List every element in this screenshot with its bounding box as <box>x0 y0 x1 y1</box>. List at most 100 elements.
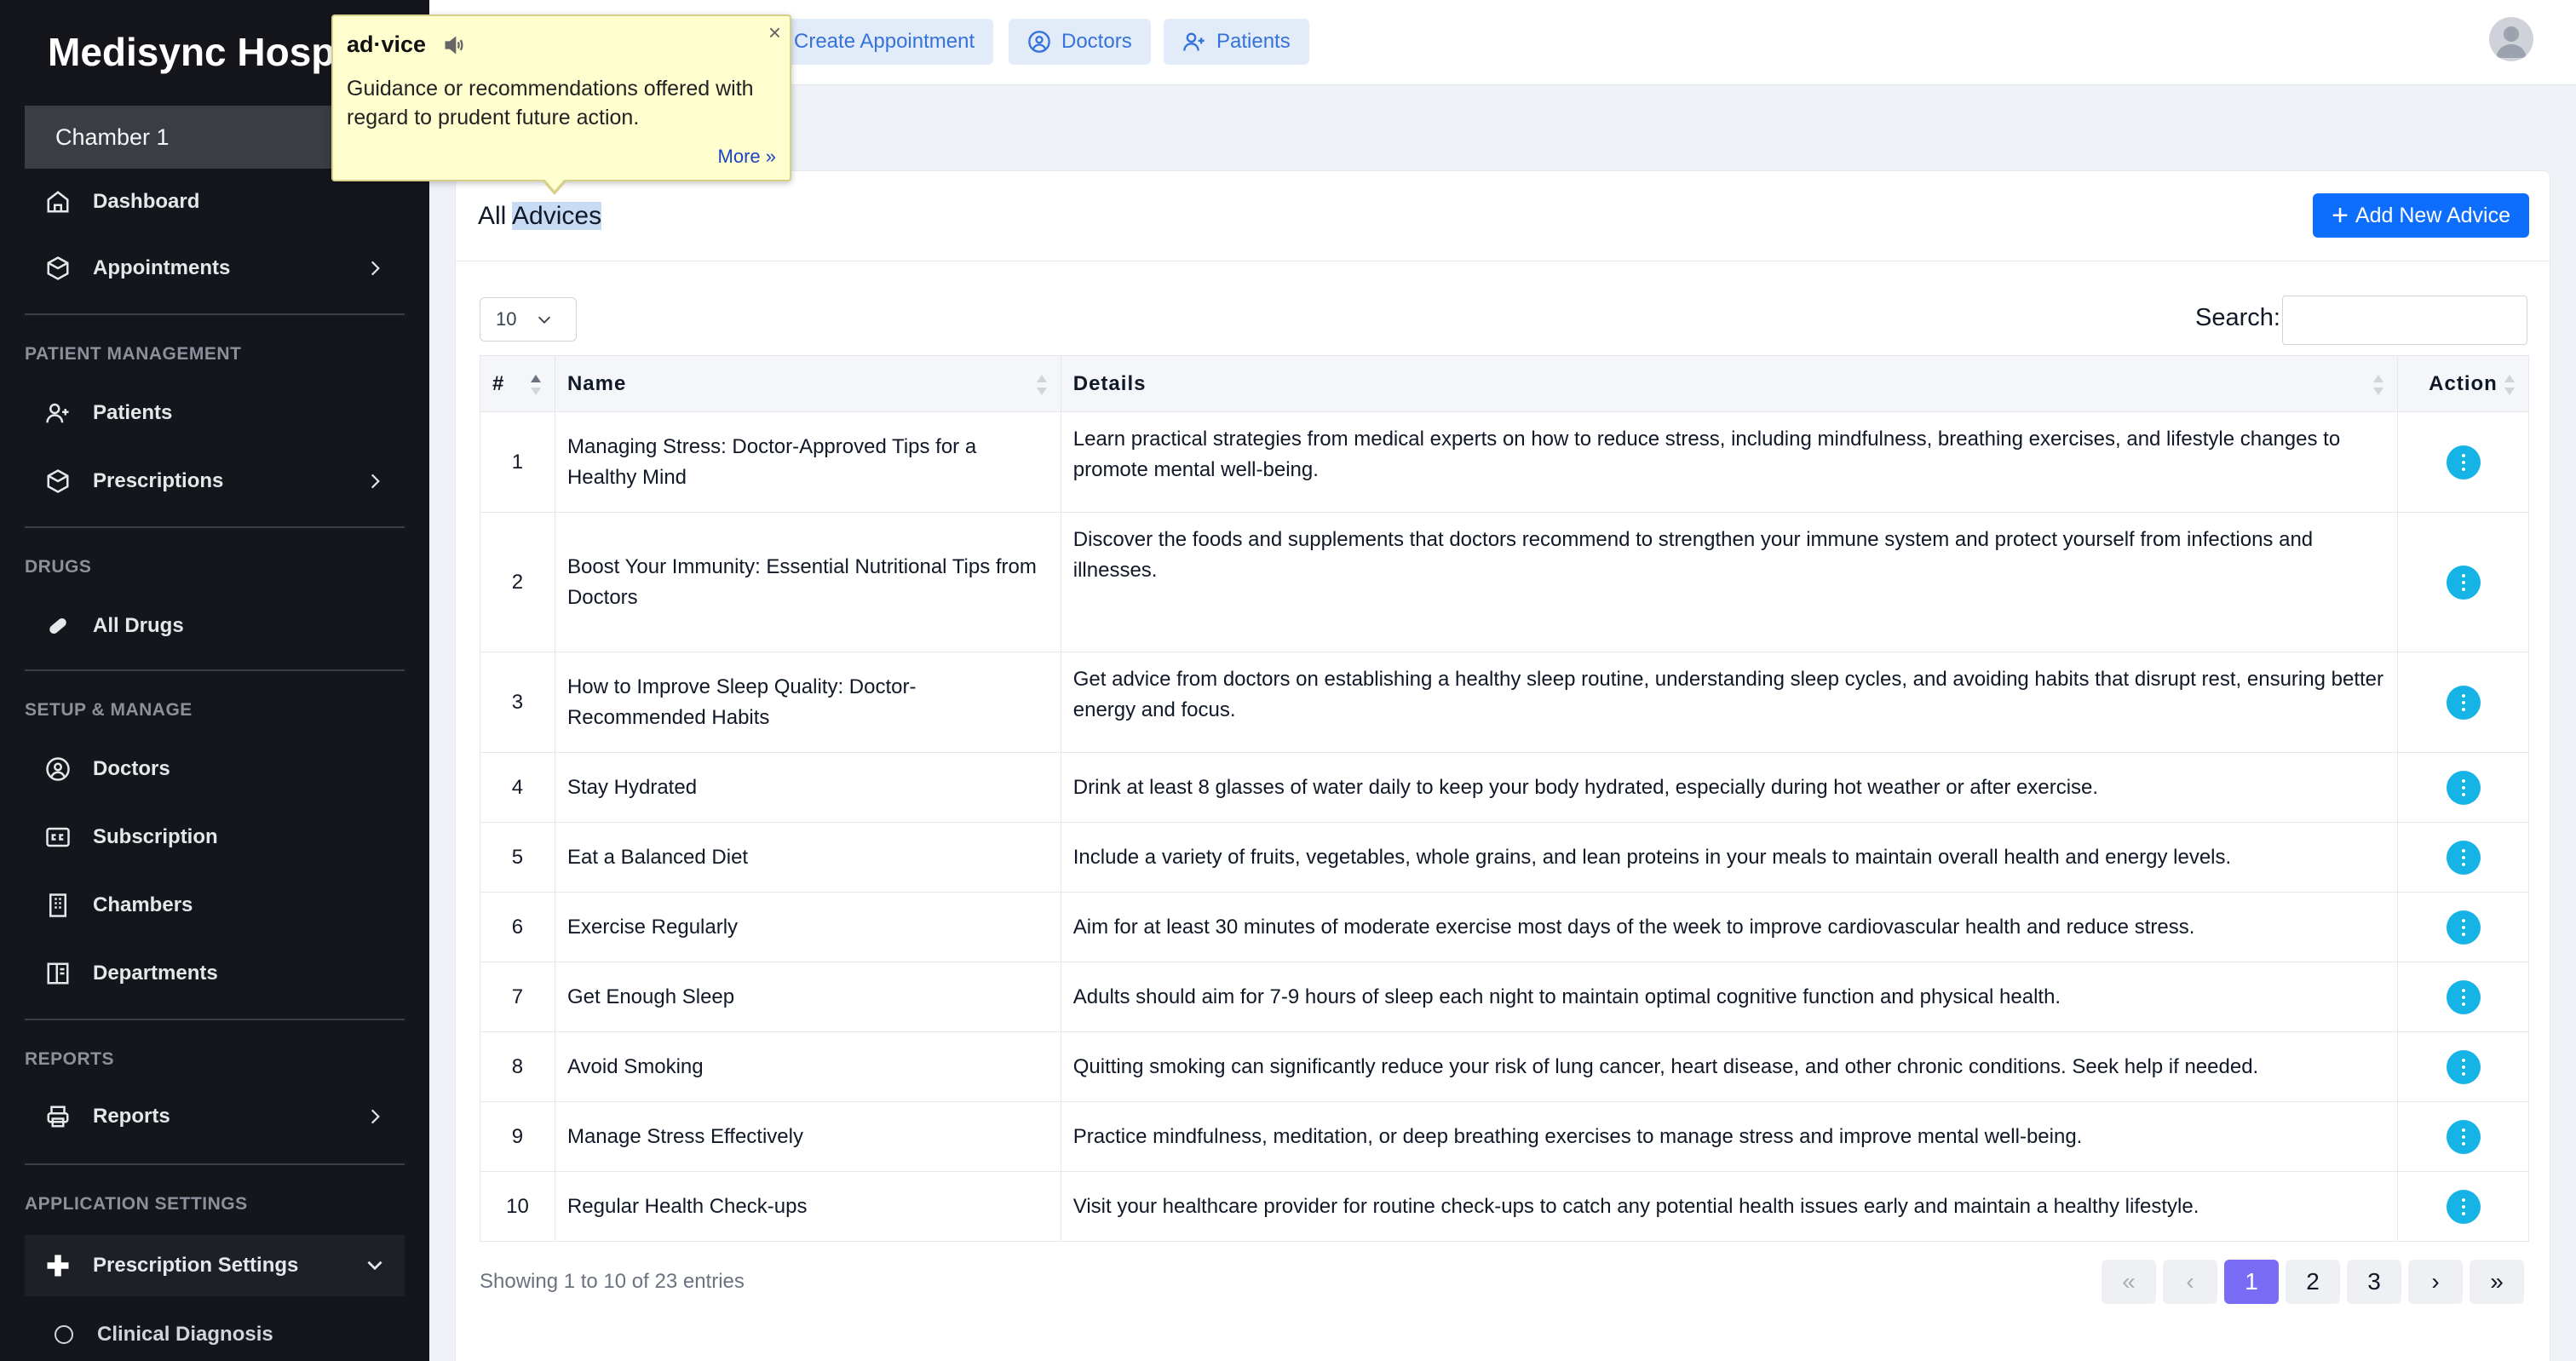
more-vertical-icon[interactable] <box>2446 1119 2481 1154</box>
table-row: 9 Manage Stress Effectively Practice mindf… <box>480 1101 2529 1172</box>
pill-icon <box>43 612 72 640</box>
columns-icon <box>43 959 72 988</box>
page-1-button[interactable]: 1 <box>2224 1260 2279 1304</box>
table-row: 6 Exercise Regularly Aim for at least 30 m… <box>480 892 2529 962</box>
row-details: Drink at least 8 glasses of water daily … <box>1060 752 2399 823</box>
chevron-down-icon <box>538 316 551 324</box>
page-length-value: 10 <box>496 308 517 330</box>
row-details: Practice mindfulness, meditation, or dee… <box>1060 1101 2399 1172</box>
sidebar-item-label: Departments <box>93 962 218 985</box>
sidebar-subitem-clinical-diagnosis[interactable]: Clinical Diagnosis <box>55 1313 273 1356</box>
row-name: Boost Your Immunity: Essential Nutrition… <box>554 512 1061 652</box>
column-header-action[interactable]: Action <box>2397 355 2529 412</box>
table-row: 5 Eat a Balanced Diet Include a variety of… <box>480 822 2529 893</box>
user-plus-icon <box>1183 32 1205 51</box>
column-header-number[interactable]: # <box>480 355 555 412</box>
divider <box>25 1163 405 1165</box>
more-vertical-icon[interactable] <box>2446 1189 2481 1224</box>
sidebar-item-prescriptions[interactable]: Prescriptions <box>25 455 405 508</box>
sidebar-item-subscription[interactable]: Subscription <box>25 811 405 864</box>
more-vertical-icon[interactable] <box>2446 565 2481 600</box>
row-details: Get advice from doctors on establishing … <box>1060 652 2399 753</box>
doctors-button[interactable]: Doctors <box>1009 19 1151 65</box>
sidebar-item-prescription-settings[interactable]: Prescription Settings <box>25 1235 405 1296</box>
table-row: 8 Avoid Smoking Quitting smoking can signi… <box>480 1031 2529 1102</box>
tooltip-more-link[interactable]: More » <box>718 146 776 168</box>
advices-table: # Name Details Action 1 Managing Stress: … <box>480 355 2529 1242</box>
row-action <box>2397 1171 2529 1242</box>
more-vertical-icon[interactable] <box>2446 1049 2481 1084</box>
tooltip-arrow-inner <box>544 179 565 191</box>
divider <box>25 526 405 528</box>
sidebar-item-label: Clinical Diagnosis <box>97 1323 273 1346</box>
row-name: Get Enough Sleep <box>554 962 1061 1032</box>
more-vertical-icon[interactable] <box>2446 770 2481 805</box>
advices-card: All Advices + Add New Advice 10 Search: … <box>455 170 2550 1361</box>
sidebar-item-label: All Drugs <box>93 614 184 637</box>
sort-asc-icon <box>530 375 541 395</box>
patients-label: Patients <box>1216 30 1291 53</box>
table-info: Showing 1 to 10 of 23 entries <box>480 1270 745 1293</box>
search-input[interactable] <box>2282 296 2527 345</box>
row-name: Eat a Balanced Diet <box>554 822 1061 893</box>
more-vertical-icon[interactable] <box>2446 910 2481 945</box>
table-row: 2 Boost Your Immunity: Essential Nutritio… <box>480 512 2529 652</box>
page-prev-button[interactable]: ‹ <box>2163 1260 2217 1304</box>
row-action <box>2397 411 2529 513</box>
sidebar-item-label: Chambers <box>93 893 193 916</box>
create-appointment-label: Create Appointment <box>794 30 975 53</box>
more-vertical-icon[interactable] <box>2446 685 2481 720</box>
row-number: 1 <box>480 411 555 513</box>
circle-icon <box>55 1325 73 1344</box>
sidebar-item-label: Reports <box>93 1105 170 1128</box>
sidebar-item-label: Subscription <box>93 825 218 848</box>
home-icon <box>43 187 72 216</box>
page-length-select[interactable]: 10 <box>480 297 577 342</box>
page-2-button[interactable]: 2 <box>2286 1260 2340 1304</box>
row-details: Discover the foods and supplements that … <box>1060 512 2399 652</box>
row-name: Stay Hydrated <box>554 752 1061 823</box>
row-action <box>2397 752 2529 823</box>
row-number: 10 <box>480 1171 555 1242</box>
sidebar-item-dashboard[interactable]: Dashboard <box>25 175 405 228</box>
tooltip-word: ad·vice <box>347 32 427 57</box>
sidebar-item-all-drugs[interactable]: All Drugs <box>25 600 405 652</box>
create-appointment-button[interactable]: Create Appointment <box>775 19 994 65</box>
more-vertical-icon[interactable] <box>2446 979 2481 1014</box>
add-new-advice-button[interactable]: + Add New Advice <box>2313 193 2529 238</box>
sidebar-item-patients[interactable]: Patients <box>25 387 405 439</box>
row-action <box>2397 1031 2529 1102</box>
sort-icon <box>2373 375 2383 395</box>
avatar[interactable] <box>2489 17 2533 61</box>
user-avatar-icon <box>2496 26 2527 58</box>
sort-icon <box>2504 375 2515 395</box>
user-circle-icon <box>43 755 72 784</box>
close-icon[interactable]: × <box>768 20 781 46</box>
column-header-name[interactable]: Name <box>554 355 1061 412</box>
divider <box>25 313 405 315</box>
more-vertical-icon[interactable] <box>2446 445 2481 480</box>
sidebar-item-doctors[interactable]: Doctors <box>25 743 405 795</box>
sidebar-item-reports[interactable]: Reports <box>25 1090 405 1143</box>
row-number: 9 <box>480 1101 555 1172</box>
more-vertical-icon[interactable] <box>2446 840 2481 875</box>
sidebar: Medisync Hospital Chamber 1 Dashboard Ap… <box>0 0 429 1361</box>
column-header-details[interactable]: Details <box>1060 355 2399 412</box>
row-action <box>2397 822 2529 893</box>
hexagon-icon <box>43 254 72 283</box>
user-circle-icon <box>1028 31 1050 53</box>
search-label: Search: <box>2195 304 2280 331</box>
patients-button[interactable]: Patients <box>1164 19 1309 65</box>
page-next-button[interactable]: › <box>2408 1260 2463 1304</box>
page-3-button[interactable]: 3 <box>2347 1260 2401 1304</box>
sidebar-item-appointments[interactable]: Appointments <box>25 242 405 295</box>
plus-cross-icon <box>43 1251 72 1280</box>
table-row: 3 How to Improve Sleep Quality: Doctor-Re… <box>480 652 2529 753</box>
pagination: « ‹ 1 2 3 › » <box>2102 1260 2524 1304</box>
sidebar-item-departments[interactable]: Departments <box>25 947 405 1000</box>
page-first-button[interactable]: « <box>2102 1260 2156 1304</box>
section-reports: REPORTS <box>25 1049 115 1069</box>
page-last-button[interactable]: » <box>2470 1260 2524 1304</box>
sidebar-item-chambers[interactable]: Chambers <box>25 879 405 932</box>
speaker-icon[interactable] <box>442 33 466 57</box>
